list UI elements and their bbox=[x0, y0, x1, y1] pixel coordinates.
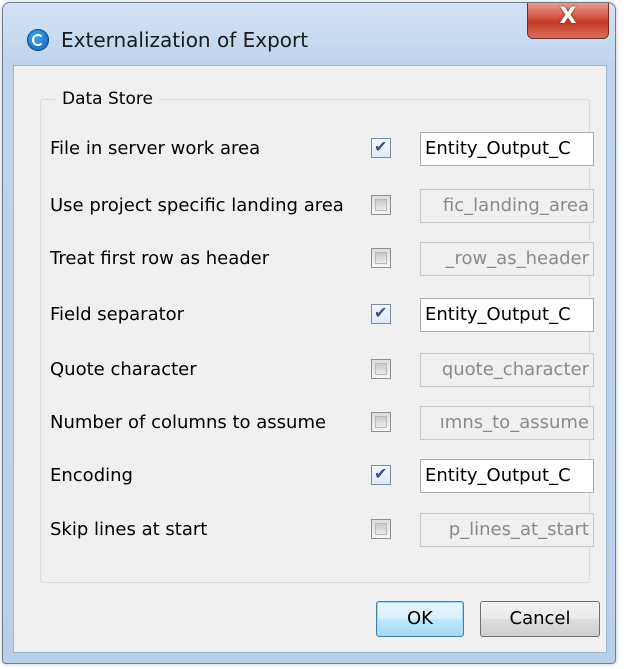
quote-character-field: quote_character bbox=[420, 353, 594, 387]
encoding-checkbox[interactable] bbox=[371, 464, 391, 485]
row-use-project-specific-landing-area: Use project specific landing area fic_la… bbox=[14, 189, 608, 227]
app-logo-icon bbox=[27, 29, 49, 51]
row-field-separator: Field separator Entity_Output_C bbox=[14, 298, 608, 336]
quote-character-checkbox[interactable] bbox=[371, 359, 391, 379]
ok-button[interactable]: OK bbox=[376, 601, 464, 637]
number-of-columns-to-assume-field: ımns_to_assume bbox=[420, 406, 594, 440]
treat-first-row-as-header-checkbox[interactable] bbox=[371, 248, 391, 268]
row-skip-lines-at-start: Skip lines at start p_lines_at_start bbox=[14, 513, 608, 551]
row-label: Number of columns to assume bbox=[50, 412, 327, 433]
window-title: Externalization of Export bbox=[61, 28, 309, 52]
row-label: Field separator bbox=[50, 304, 185, 325]
row-file-in-server-work-area: File in server work area Entity_Output_C bbox=[14, 132, 608, 170]
row-encoding: Encoding Entity_Output_C bbox=[14, 459, 608, 497]
skip-lines-at-start-field: p_lines_at_start bbox=[420, 513, 594, 547]
row-label: Treat first row as header bbox=[50, 248, 270, 269]
cancel-button[interactable]: Cancel bbox=[480, 601, 600, 637]
group-label: Data Store bbox=[56, 89, 159, 109]
title-bar[interactable]: Externalization of Export X bbox=[3, 3, 615, 65]
data-store-group bbox=[40, 99, 590, 583]
row-label: File in server work area bbox=[50, 138, 261, 159]
skip-lines-at-start-checkbox[interactable] bbox=[371, 519, 391, 539]
file-in-server-work-area-checkbox[interactable] bbox=[371, 137, 391, 158]
field-separator-field[interactable]: Entity_Output_C bbox=[420, 298, 594, 332]
use-project-specific-landing-area-checkbox[interactable] bbox=[371, 195, 391, 215]
row-quote-character: Quote character quote_character bbox=[14, 353, 608, 391]
close-icon: X bbox=[559, 4, 577, 29]
encoding-field[interactable]: Entity_Output_C bbox=[420, 459, 594, 493]
row-label: Quote character bbox=[50, 359, 197, 380]
dialog-window: Externalization of Export X Data Store F… bbox=[2, 2, 616, 664]
row-label: Skip lines at start bbox=[50, 519, 208, 540]
row-treat-first-row-as-header: Treat first row as header _row_as_header bbox=[14, 242, 608, 280]
field-separator-checkbox[interactable] bbox=[371, 303, 391, 324]
file-in-server-work-area-field[interactable]: Entity_Output_C bbox=[420, 132, 594, 166]
treat-first-row-as-header-field: _row_as_header bbox=[420, 242, 594, 276]
use-project-specific-landing-area-field: fic_landing_area bbox=[420, 189, 594, 223]
row-number-of-columns-to-assume: Number of columns to assume ımns_to_assu… bbox=[14, 406, 608, 444]
number-of-columns-to-assume-checkbox[interactable] bbox=[371, 412, 391, 432]
row-label: Encoding bbox=[50, 465, 133, 486]
close-button[interactable]: X bbox=[527, 3, 609, 39]
dialog-body: Data Store File in server work area Enti… bbox=[13, 65, 607, 653]
row-label: Use project specific landing area bbox=[50, 195, 344, 216]
